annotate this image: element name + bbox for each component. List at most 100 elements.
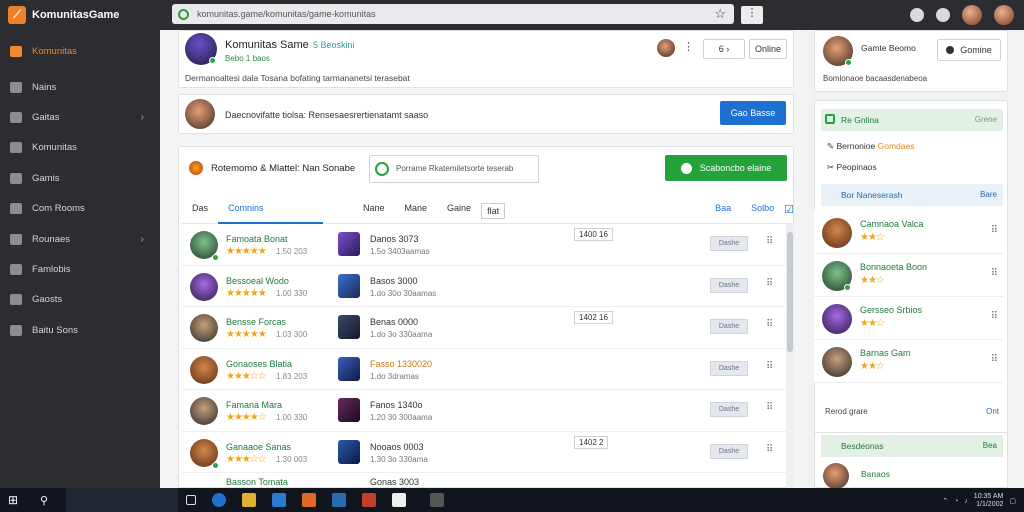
bottom-avatar[interactable]: [823, 463, 849, 489]
user-avatar[interactable]: [962, 5, 982, 25]
pinned-app-icon[interactable]: [430, 493, 445, 507]
owner-button[interactable]: Gomine: [937, 39, 1001, 61]
table-row[interactable]: Famoata Bonat ★★★★★ 1.50 203 Danos 3073 …: [182, 224, 786, 266]
tab-flat[interactable]: flat: [481, 202, 506, 219]
tab-mane[interactable]: Mane: [395, 196, 438, 224]
sidebar-item-famlobis[interactable]: Famlobis: [0, 254, 160, 284]
notification-icon[interactable]: ▢: [1009, 497, 1016, 505]
filter-check-box[interactable]: Porrame Rkatemiletsorte teserab: [369, 155, 539, 183]
player-name[interactable]: Bessoeal Wodo: [226, 276, 289, 286]
search-icon[interactable]: ⚲: [40, 494, 48, 507]
person-avatar[interactable]: [822, 304, 852, 334]
sidebar-item-rounaes[interactable]: Rounaes ›: [0, 224, 160, 254]
extension-icon[interactable]: [910, 8, 924, 22]
list-scroll-thumb[interactable]: [787, 232, 793, 352]
more-options-icon[interactable]: ⋮: [683, 40, 694, 53]
player-avatar[interactable]: [190, 272, 218, 301]
row-action-button[interactable]: Dashe: [710, 277, 748, 293]
bookmark-star-icon[interactable]: ☆: [714, 6, 726, 22]
row-action-button[interactable]: Dashe: [710, 360, 748, 376]
checkbox-icon[interactable]: ☑: [784, 203, 794, 216]
player-name[interactable]: Bensse Forcas: [226, 317, 286, 327]
person-name[interactable]: Gersseo Srbios: [860, 305, 922, 315]
tray-up-icon[interactable]: ⌃: [942, 497, 948, 505]
tab-baa[interactable]: Baa: [705, 196, 741, 224]
browser-menu-button[interactable]: ⋮: [741, 6, 763, 24]
mail-icon[interactable]: [332, 493, 347, 507]
row-menu-icon[interactable]: ⠿: [766, 278, 773, 289]
task-view-icon[interactable]: [186, 495, 197, 505]
sidebar-item-baitu-sons[interactable]: Baitu Sons: [0, 315, 160, 345]
row-action-button[interactable]: Dashe: [710, 319, 748, 334]
follow-count-button[interactable]: 6 ›: [703, 39, 745, 59]
row-menu-icon[interactable]: ⠿: [766, 444, 773, 455]
player-name[interactable]: Basson Tomata: [226, 477, 288, 487]
game-app-icon[interactable]: [362, 493, 377, 507]
app-icon[interactable]: [302, 493, 317, 507]
player-avatar[interactable]: [190, 397, 218, 425]
tab-solbo[interactable]: Solbo: [741, 196, 784, 224]
row-menu-icon[interactable]: ⠿: [766, 236, 773, 247]
edge-icon[interactable]: [212, 493, 227, 507]
row-menu-icon[interactable]: ⠿: [766, 402, 773, 413]
sidebar-item-gaosts[interactable]: Gaosts: [0, 285, 160, 315]
table-row[interactable]: Basson Tomata Gonas 3003: [182, 473, 786, 488]
person-name[interactable]: Camnaoa Valca: [860, 219, 923, 229]
app-brand[interactable]: ⟋ KomunitasGame: [0, 6, 160, 24]
player-name[interactable]: Gonaoses Blatia: [226, 359, 292, 369]
taskbar-search-area[interactable]: [66, 488, 179, 512]
volume-icon[interactable]: ♪: [964, 498, 968, 505]
member-avatar[interactable]: [657, 39, 675, 57]
store-icon[interactable]: [272, 493, 287, 507]
person-menu-icon[interactable]: ⠿: [991, 268, 998, 279]
row-action-button[interactable]: Dashe: [710, 402, 748, 417]
table-row[interactable]: Bessoeal Wodo ★★★★★ 1.00 330 Basos 3000 …: [182, 266, 786, 307]
list-item[interactable]: Camnaoa Valca ★★☆ ⠿: [814, 211, 1004, 254]
table-row[interactable]: Ganaaoe Sanas ★★★☆☆ 1.30 003 Nooaos 0003…: [182, 432, 786, 473]
player-name[interactable]: Famoata Bonat: [226, 234, 288, 244]
folder-icon[interactable]: [242, 493, 257, 507]
row-menu-icon[interactable]: ⠿: [766, 361, 773, 372]
tab-comnins[interactable]: Comnins: [218, 196, 323, 224]
table-row[interactable]: Bensse Forcas ★★★★★ 1.03 300 Benas 0000 …: [182, 307, 786, 349]
player-avatar[interactable]: [190, 314, 218, 342]
network-icon[interactable]: ◔: [954, 498, 958, 505]
person-avatar[interactable]: [822, 218, 852, 248]
announce-button[interactable]: Gao Basse: [720, 101, 786, 125]
windows-start-icon[interactable]: ⊞: [8, 493, 26, 507]
row-menu-icon[interactable]: ⠿: [766, 319, 773, 330]
player-avatar[interactable]: [190, 355, 218, 384]
browser-app-icon[interactable]: [392, 493, 407, 507]
tab-das[interactable]: Das: [182, 196, 218, 224]
profile-avatar[interactable]: [994, 5, 1014, 25]
person-menu-icon[interactable]: ⠿: [991, 354, 998, 365]
sidebar-item-komunitas-2[interactable]: Komunitas: [0, 133, 160, 163]
person-name[interactable]: Barnas Gam: [860, 348, 911, 358]
more-link[interactable]: Ont: [986, 407, 999, 416]
sidebar-item-nains[interactable]: Nains: [0, 72, 160, 102]
player-name[interactable]: Famana Mara: [226, 400, 282, 410]
list-item[interactable]: Gersseo Srbios ★★☆ ⠿: [814, 297, 1004, 340]
table-row[interactable]: Gonaoses Blatia ★★★☆☆ 1.83 203 Fasso 133…: [182, 349, 786, 390]
sidebar-item-com-rooms[interactable]: Com Rooms: [0, 194, 160, 224]
person-menu-icon[interactable]: ⠿: [991, 311, 998, 322]
announcer-avatar[interactable]: [185, 99, 215, 129]
clock[interactable]: 10:35 AM 1/1/2002: [974, 493, 1004, 509]
person-menu-icon[interactable]: ⠿: [991, 225, 998, 236]
list-item[interactable]: Bonnaoeta Boon ★★☆ ⠿: [814, 254, 1004, 297]
tab-nane[interactable]: Nane: [353, 196, 395, 224]
filter-action-button[interactable]: Scaboncbo elaine: [665, 155, 787, 181]
settings-icon[interactable]: [936, 8, 950, 22]
row-action-button[interactable]: Dashe: [710, 443, 748, 459]
person-avatar[interactable]: [822, 347, 852, 377]
player-name[interactable]: Ganaaoe Sanas: [226, 442, 291, 452]
online-button[interactable]: Online: [749, 39, 787, 59]
sidebar-item-gaitas[interactable]: Gaitas ›: [0, 102, 160, 132]
url-bar[interactable]: komunitas.game/komunitas/game-komunitas …: [172, 4, 734, 24]
sidebar-item-komunitas[interactable]: Komunitas: [0, 30, 160, 72]
person-name[interactable]: Bonnaoeta Boon: [860, 262, 927, 272]
row-action-button[interactable]: Dashe: [710, 236, 748, 251]
list-item[interactable]: Barnas Gam ★★☆ ⠿: [814, 340, 1004, 383]
bottom-name[interactable]: Banaos: [861, 469, 890, 479]
sidebar-item-gamis[interactable]: Gamis: [0, 163, 160, 193]
